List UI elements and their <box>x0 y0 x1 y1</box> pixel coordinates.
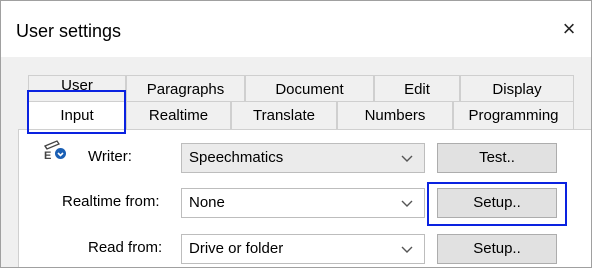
tab-programming[interactable]: Programming <box>453 101 574 131</box>
tab-label: Programming <box>468 107 559 124</box>
chevron-down-icon <box>401 200 413 207</box>
realtime-from-select[interactable]: None <box>181 188 425 218</box>
tab-label: User <box>61 77 93 94</box>
tab-translate[interactable]: Translate <box>231 101 337 131</box>
realtime-from-label: Realtime from: <box>62 193 160 210</box>
title-bar: User settings × <box>1 1 591 57</box>
tab-label: Translate <box>253 107 315 124</box>
chevron-down-icon <box>401 246 413 253</box>
tab-label: Numbers <box>364 107 426 124</box>
realtime-setup-button[interactable]: Setup.. <box>437 188 557 218</box>
read-from-select[interactable]: Drive or folder <box>181 234 425 264</box>
close-icon[interactable]: × <box>549 11 589 47</box>
tab-label: Document <box>275 81 344 98</box>
tab-label: Paragraphs <box>146 81 225 98</box>
read-from-label: Read from: <box>88 239 163 256</box>
dialog-title: User settings <box>16 21 122 41</box>
tab-label: Realtime <box>148 107 209 124</box>
read-from-select-value: Drive or folder <box>189 240 284 257</box>
tab-label: Display <box>492 81 542 98</box>
user-settings-dialog: User settings × User Paragraphs Document… <box>0 0 592 268</box>
tab-numbers[interactable]: Numbers <box>337 101 453 131</box>
realtime-from-select-value: None <box>189 194 225 211</box>
chevron-down-icon <box>401 155 413 162</box>
svg-text:E: E <box>44 150 51 160</box>
tab-input[interactable]: Input <box>28 101 126 131</box>
read-setup-button[interactable]: Setup.. <box>437 234 557 264</box>
writer-select[interactable]: Speechmatics <box>181 143 425 173</box>
test-button[interactable]: Test.. <box>437 143 557 173</box>
writer-label: Writer: <box>88 148 132 165</box>
writer-icon: E <box>44 140 66 160</box>
tab-label: Edit <box>404 81 430 98</box>
tab-label: Input <box>60 107 94 124</box>
writer-select-value: Speechmatics <box>189 149 284 166</box>
tab-realtime[interactable]: Realtime <box>126 101 231 131</box>
